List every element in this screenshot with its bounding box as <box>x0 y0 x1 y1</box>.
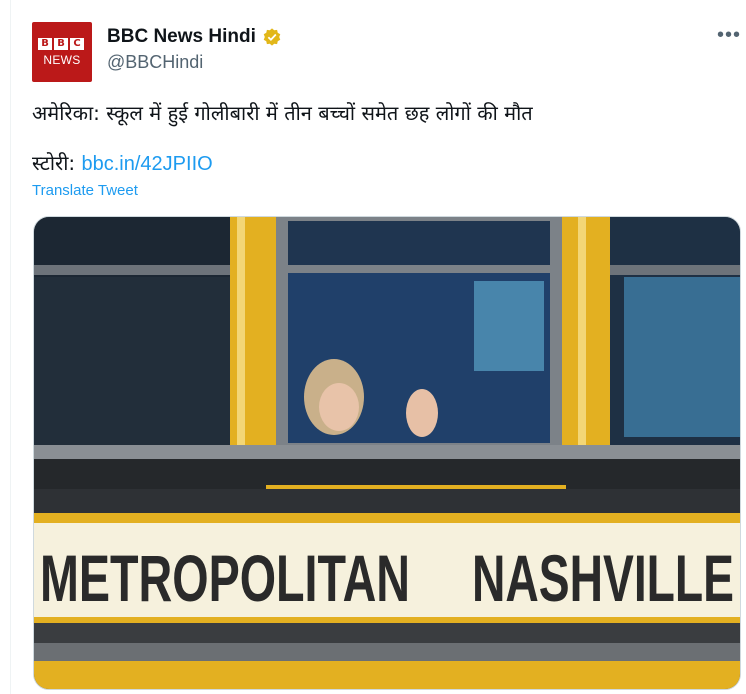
more-dots-icon: ••• <box>717 24 742 46</box>
bus-sign-metropolitan: METROPOLITAN <box>40 541 410 615</box>
avatar-news-label: NEWS <box>43 53 81 67</box>
tweet-card: B B C NEWS BBC News Hindi @BBCHindi ••• … <box>10 0 746 694</box>
tweet-text: अमेरिका: स्कूल में हुई गोलीबारी में तीन … <box>32 101 533 125</box>
account-handle[interactable]: @BBCHindi <box>107 52 203 73</box>
school-bus-photo: METROPOLITAN NASHVILLE <box>34 217 740 689</box>
story-label: स्टोरी: <box>32 151 82 175</box>
bbc-logo-block-b1: B <box>38 38 52 50</box>
more-options-button[interactable]: ••• <box>717 24 741 47</box>
tweet-media-image[interactable]: METROPOLITAN NASHVILLE <box>33 216 741 690</box>
account-name[interactable]: BBC News Hindi <box>107 26 256 48</box>
verified-badge-icon <box>263 28 281 46</box>
bbc-logo: B B C <box>38 38 84 50</box>
bbc-logo-block-b2: B <box>54 38 68 50</box>
account-name-row[interactable]: BBC News Hindi <box>107 26 282 48</box>
translate-tweet-link[interactable]: Translate Tweet <box>32 182 138 199</box>
tweet-story-line: स्टोरी: bbc.in/42JPIIO <box>32 150 213 177</box>
bus-sign-nashville: NASHVILLE <box>472 541 734 615</box>
story-link[interactable]: bbc.in/42JPIIO <box>82 153 213 175</box>
bbc-logo-block-c: C <box>70 38 84 50</box>
avatar[interactable]: B B C NEWS <box>32 22 92 82</box>
